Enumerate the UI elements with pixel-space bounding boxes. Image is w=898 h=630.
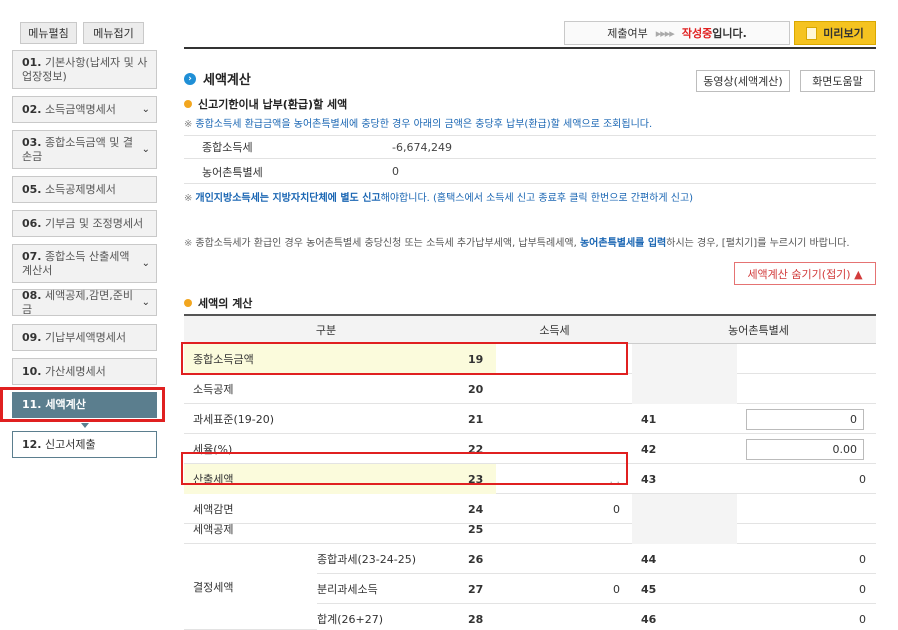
- tax-base-input[interactable]: [746, 409, 864, 430]
- sidebar-item-penalty-tax[interactable]: 10. 가산세명세서: [12, 358, 157, 385]
- menu-collapse-button[interactable]: 메뉴접기: [83, 22, 144, 44]
- main-content: › 세액계산 동영상(세액계산) 화면도움말 신고기한이내 납부(환급)할 세액…: [181, 0, 876, 630]
- sidebar-item-submit[interactable]: 12. 신고서제출: [12, 431, 157, 458]
- row-number: 43: [641, 472, 657, 486]
- chevron-down-icon: ⌄: [141, 104, 150, 115]
- page-title: › 세액계산: [184, 69, 251, 88]
- row-number: 21: [468, 412, 484, 426]
- row-sublabel: 종합과세(23-24-25): [317, 553, 416, 566]
- expand-notice-tail: 하시는 경우, [펼치기]를 누르시기 바랍니다.: [666, 238, 850, 249]
- sidebar-item-income-deduction[interactable]: 05. 소득공제명세서: [12, 176, 157, 203]
- sidebar-item-total-income[interactable]: 03. 종합소득금액 및 결손금 ⌄: [12, 130, 157, 169]
- row-value: 0: [392, 165, 399, 178]
- sidebar-item-prepaid-tax[interactable]: 09. 기납부세액명세서: [12, 324, 157, 351]
- payable-row: 농어촌특별세 0: [184, 160, 876, 184]
- sidebar-item-number: 05.: [22, 182, 42, 196]
- row-number: 27: [468, 582, 484, 596]
- row-number: 45: [641, 582, 657, 596]
- chevron-down-icon: ⌄: [141, 258, 150, 269]
- row-label: 소득공제: [193, 383, 234, 396]
- sidebar-item-number: 03.: [22, 135, 42, 149]
- row-label: 종합소득세: [202, 141, 253, 154]
- sidebar-item-label: 소득금액명세서: [45, 102, 116, 116]
- sidebar-item-number: 07.: [22, 249, 42, 263]
- expand-notice: ※ 종합소득세가 환급인 경우 농어촌특별세 충당신청 또는 소득세 추가납부세액…: [184, 238, 850, 249]
- col-header-category: 구분: [315, 323, 337, 337]
- screen-help-button[interactable]: 화면도움말: [800, 70, 875, 92]
- row-value: 0: [859, 472, 866, 486]
- row-sublabel: 분리과세소득: [317, 583, 378, 596]
- row-value: 0: [613, 582, 620, 596]
- notice-text: ※ 종합소득세 환급금액을 농어촌특별세에 충당한 경우 아래의 금액은 충당후 …: [184, 119, 653, 130]
- row-label: 농어촌특별세: [202, 165, 263, 179]
- table-row: 과세표준(19-20) 21 41: [184, 404, 876, 434]
- sidebar-item-label: 기납부세액명세서: [45, 330, 126, 344]
- subsection-title: 신고기한이내 납부(환급)할 세액: [184, 96, 347, 112]
- sidebar-item-number: 12.: [22, 437, 42, 451]
- table-row: 소득공제 20: [184, 374, 876, 404]
- highlight-box: [181, 452, 628, 485]
- row-number: 25: [468, 522, 484, 536]
- highlight-box: [181, 342, 628, 375]
- row-number: 41: [641, 412, 657, 426]
- row-number: 28: [468, 612, 484, 626]
- collapse-tax-calc-button[interactable]: 세액계산 숨기기(접기) ▲: [734, 262, 876, 285]
- local-tax-notice-bold: 개인지방소득세는 지방자치단체에 별도 신고: [195, 193, 381, 204]
- row-value: 0: [859, 552, 866, 566]
- sidebar-item-label: 신고서제출: [45, 437, 96, 451]
- table-row: 세액공제 25: [184, 514, 876, 544]
- subsection-title: 세액의 계산: [184, 295, 252, 311]
- tax-calc-table: 구분 소득세 농어촌특별세: [184, 314, 876, 344]
- row-number: 44: [641, 552, 657, 566]
- sidebar-item-basic-info[interactable]: 01. 기본사항(납세자 및 사업장정보): [12, 50, 157, 89]
- chevron-down-icon: ⌄: [141, 297, 150, 308]
- row-number: 20: [468, 382, 484, 396]
- arrow-circle-icon: ›: [184, 72, 196, 85]
- sidebar-item-tax-calc-sheet[interactable]: 07. 종합소득 산출세액계산서 ⌄: [12, 244, 157, 283]
- sidebar-item-label: 가산세명세서: [45, 364, 106, 378]
- local-tax-notice-rest: 해야합니다. (홈택스에서 소득세 신고 종료후 클릭 한번으로 간편하게 신고…: [380, 193, 694, 204]
- subsection-title-text: 신고기한이내 납부(환급)할 세액: [198, 98, 348, 111]
- decided-tax-label: 결정세액: [184, 544, 317, 630]
- chevron-down-icon: ⌄: [141, 144, 150, 155]
- row-number: 26: [468, 552, 484, 566]
- sidebar-item-number: 01.: [22, 55, 42, 69]
- row-value: -6,674,249: [392, 140, 452, 154]
- row-value: 0: [859, 612, 866, 626]
- tax-rate-input[interactable]: [746, 439, 864, 460]
- col-header-income-tax: 소득세: [539, 323, 570, 337]
- sidebar-item-number: 08.: [22, 288, 42, 302]
- sidebar-item-label: 소득공제명세서: [45, 182, 116, 196]
- row-sublabel: 합계(26+27): [317, 613, 384, 626]
- local-tax-notice: ※ 개인지방소득세는 지방자치단체에 별도 신고해야합니다. (홈택스에서 소득세…: [184, 193, 694, 204]
- col-header-rural-tax: 농어촌특별세: [728, 323, 789, 337]
- bullet-icon: [184, 100, 192, 108]
- payable-row: 종합소득세 -6,674,249: [184, 135, 876, 159]
- sidebar-item-donation[interactable]: 06. 기부금 및 조정명세서: [12, 210, 157, 237]
- bullet-icon: [184, 299, 192, 307]
- row-number: 42: [641, 442, 657, 456]
- sidebar-item-number: 09.: [22, 330, 42, 344]
- highlight-box: [0, 387, 165, 422]
- page-title-text: 세액계산: [203, 73, 251, 88]
- sidebar-item-number: 02.: [22, 102, 42, 116]
- subsection-title-text: 세액의 계산: [198, 297, 253, 310]
- active-pointer-icon: [81, 423, 89, 428]
- video-help-button[interactable]: 동영상(세액계산): [696, 70, 790, 92]
- sidebar-item-number: 10.: [22, 364, 42, 378]
- sidebar-item-tax-credit[interactable]: 08. 세액공제,감면,준비금 ⌄: [12, 289, 157, 316]
- sidebar-item-number: 06.: [22, 216, 42, 230]
- table-header: 구분 소득세 농어촌특별세: [184, 314, 876, 344]
- row-label: 과세표준(19-20): [193, 413, 275, 426]
- expand-notice-bold: 농어촌특별세를 입력: [579, 238, 667, 249]
- notice-text-body: 종합소득세 환급금액을 농어촌특별세에 충당한 경우 아래의 금액은 충당후 납…: [195, 119, 653, 130]
- menu-expand-button[interactable]: 메뉴펼침: [20, 22, 77, 44]
- sidebar: 메뉴펼침 메뉴접기 01. 기본사항(납세자 및 사업장정보) 02. 소득금액…: [0, 0, 165, 630]
- sidebar-item-label: 기부금 및 조정명세서: [45, 216, 144, 230]
- row-value: 0: [859, 582, 866, 596]
- row-label: 세액공제: [193, 523, 234, 536]
- row-number: 46: [641, 612, 657, 626]
- expand-notice-text: 종합소득세가 환급인 경우 농어촌특별세 충당신청 또는 소득세 추가납부세액,…: [195, 238, 580, 249]
- sidebar-item-income-statement[interactable]: 02. 소득금액명세서 ⌄: [12, 96, 157, 123]
